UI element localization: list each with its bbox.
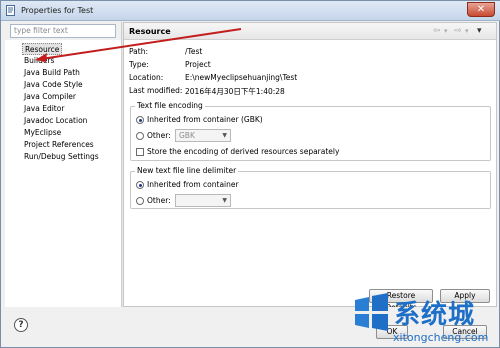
- help-icon[interactable]: ?: [14, 318, 28, 332]
- tree-item-resource[interactable]: Resource: [22, 43, 63, 55]
- line-delimiter-title: New text file line delimiter: [135, 166, 239, 175]
- close-icon: ✕: [476, 4, 486, 15]
- back-arrow-icon[interactable]: ⇦: [433, 26, 441, 36]
- view-menu-icon[interactable]: ▾: [477, 26, 482, 36]
- tree-item-run-debug-settings[interactable]: Run/Debug Settings: [24, 151, 99, 163]
- properties-app-icon: [6, 5, 15, 16]
- last-modified-label: Last modified:: [129, 86, 183, 95]
- line-delimiter-group: New text file line delimiter Inherited f…: [130, 166, 491, 209]
- watermark-url: xitongcheng.com: [393, 331, 489, 344]
- chevron-down-icon: ▼: [222, 197, 227, 204]
- type-label: Type:: [129, 60, 149, 69]
- back-menu-chevron-icon[interactable]: ▾: [444, 26, 448, 36]
- chevron-down-icon: ▼: [222, 132, 227, 139]
- location-label: Location:: [129, 73, 164, 82]
- watermark: 系统城 xitongcheng.com: [351, 284, 500, 348]
- delimiter-other-radio[interactable]: [136, 197, 144, 205]
- watermark-brand: 系统城: [394, 300, 476, 330]
- encoding-other-select[interactable]: GBK ▼: [175, 129, 231, 142]
- resource-page: Resource ⇦ ▾ ⇨ ▾ ▾ Path: /Test Type: Pro…: [123, 22, 497, 312]
- delimiter-other-select[interactable]: ▼: [175, 194, 231, 207]
- tree-item-builders[interactable]: Builders: [24, 55, 54, 67]
- page-title: Resource: [129, 27, 171, 36]
- store-derived-encoding-label[interactable]: Store the encoding of derived resources …: [147, 147, 339, 156]
- encoding-inherited-label[interactable]: Inherited from container (GBK): [147, 115, 263, 124]
- delimiter-inherited-label[interactable]: Inherited from container: [147, 180, 239, 189]
- property-page-tree: Resource Builders Java Build Path Java C…: [5, 40, 121, 311]
- filter-input[interactable]: type filter text: [10, 24, 116, 38]
- properties-window: Properties for Test ✕ type filter text R…: [0, 0, 500, 348]
- forward-menu-chevron-icon[interactable]: ▾: [465, 26, 469, 36]
- title-bar: Properties for Test ✕: [1, 1, 500, 21]
- text-file-encoding-group: Text file encoding Inherited from contai…: [130, 101, 491, 161]
- encoding-other-label[interactable]: Other:: [147, 131, 171, 140]
- encoding-inherited-radio[interactable]: [136, 116, 144, 124]
- tree-item-javadoc-location[interactable]: Javadoc Location: [24, 115, 87, 127]
- store-derived-encoding-checkbox[interactable]: [136, 148, 144, 156]
- close-button[interactable]: ✕: [467, 2, 495, 17]
- encoding-other-value: GBK: [179, 131, 195, 140]
- tree-item-project-references[interactable]: Project References: [24, 139, 94, 151]
- type-value: Project: [185, 60, 211, 69]
- forward-arrow-icon[interactable]: ⇨: [454, 26, 462, 36]
- tree-item-java-code-style[interactable]: Java Code Style: [24, 79, 83, 91]
- encoding-other-radio[interactable]: [136, 132, 144, 140]
- windows-logo-icon: [355, 293, 388, 331]
- tree-item-myeclipse[interactable]: MyEclipse: [24, 127, 61, 139]
- last-modified-value: 2016年4月30日下午1:40:28: [185, 87, 285, 96]
- path-label: Path:: [129, 47, 149, 56]
- tree-item-java-compiler[interactable]: Java Compiler: [24, 91, 76, 103]
- page-header: Resource ⇦ ▾ ⇨ ▾ ▾: [124, 23, 496, 40]
- tree-item-java-build-path[interactable]: Java Build Path: [24, 67, 80, 79]
- path-value: /Test: [185, 47, 203, 56]
- delimiter-inherited-radio[interactable]: [136, 181, 144, 189]
- delimiter-other-label[interactable]: Other:: [147, 196, 171, 205]
- tree-item-java-editor[interactable]: Java Editor: [24, 103, 64, 115]
- text-file-encoding-title: Text file encoding: [135, 101, 205, 110]
- location-value: E:\newMyeclipsehuanjing\Test: [185, 73, 298, 82]
- window-title: Properties for Test: [21, 6, 94, 15]
